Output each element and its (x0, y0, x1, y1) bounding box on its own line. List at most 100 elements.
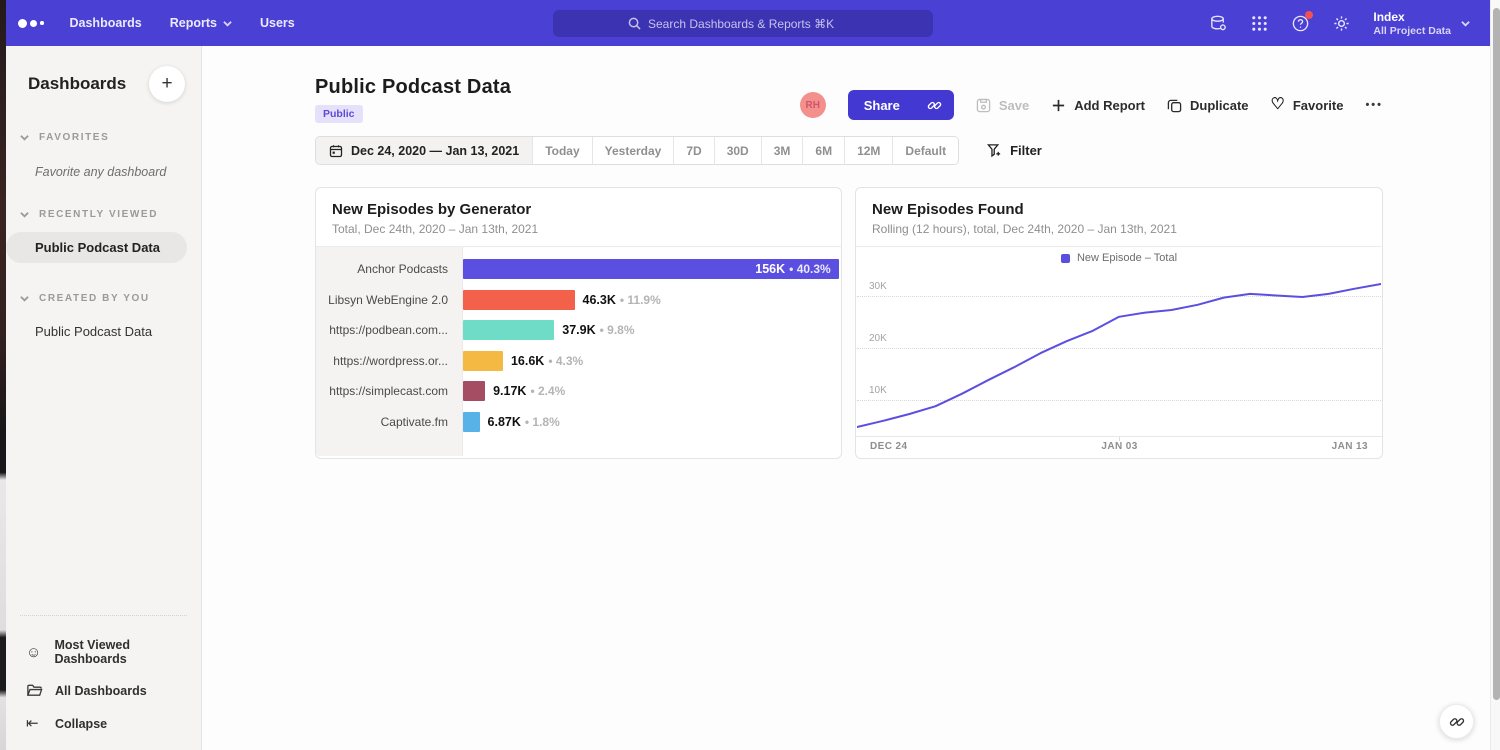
bar-row: 37.9K• 9.8% 37.9K• 9.8% (463, 315, 841, 346)
bar-simplecast[interactable]: 9.17K• 2.4% (463, 381, 485, 401)
floating-copy-link-button[interactable] (1439, 704, 1474, 739)
collapse-sidebar-button[interactable]: ⇤ Collapse (6, 707, 201, 740)
bar-row: 16.6K• 4.3% 16.6K• 4.3% (463, 346, 841, 377)
sidebar: Dashboards + FAVORITES Favorite any dash… (6, 46, 202, 750)
chevron-down-icon (1461, 19, 1470, 28)
bar-category-label: Anchor Podcasts (316, 254, 462, 285)
filter-funnel-icon (987, 143, 1002, 158)
filter-button[interactable]: Filter (987, 143, 1042, 158)
chart-legend: New Episode – Total (856, 247, 1382, 269)
help-icon[interactable] (1291, 14, 1310, 33)
favorites-empty-text: Favorite any dashboard (6, 165, 201, 179)
heart-icon: ♡ (1271, 98, 1285, 112)
notification-badge (1305, 11, 1313, 19)
nav-users[interactable]: Users (260, 16, 295, 30)
more-options-button[interactable]: ••• (1365, 99, 1383, 111)
bar-category-label: https://wordpress.or... (316, 346, 462, 377)
sidebar-item-public-podcast-data[interactable]: Public Podcast Data (6, 232, 187, 263)
new-dashboard-button[interactable]: + (149, 66, 185, 102)
bar-libsyn[interactable]: 46.3K• 11.9% (463, 290, 575, 310)
vertical-scrollbar[interactable] (1490, 0, 1500, 750)
section-created-by-you[interactable]: CREATED BY YOU (6, 293, 201, 304)
favorite-button[interactable]: ♡ Favorite (1271, 98, 1344, 113)
global-search[interactable] (553, 10, 933, 37)
bar-category-label: https://podbean.com... (316, 315, 462, 346)
project-switcher[interactable]: Index All Project Data (1373, 10, 1470, 37)
chevron-down-icon (20, 133, 29, 142)
x-tick: DEC 24 (870, 441, 907, 452)
page-title: Public Podcast Data (315, 76, 511, 99)
chart-subtitle: Total, Dec 24th, 2020 – Jan 13th, 2021 (332, 222, 825, 236)
main-content: Public Podcast Data Public RH Share Save (202, 46, 1490, 750)
search-input[interactable] (648, 17, 858, 31)
search-icon (628, 17, 641, 30)
nav-dashboards[interactable]: Dashboards (70, 16, 142, 30)
date-range-label: Dec 24, 2020 — Jan 13, 2021 (351, 144, 519, 158)
preset-30d[interactable]: 30D (714, 137, 761, 164)
share-button[interactable]: Share (848, 90, 916, 120)
link-icon (927, 98, 942, 113)
collapse-icon: ⇤ (26, 715, 43, 732)
scrollbar-thumb[interactable] (1493, 8, 1500, 700)
all-dashboards-button[interactable]: All Dashboards (6, 674, 201, 707)
bar-anchor-podcasts[interactable]: 156K• 40.3% (463, 259, 839, 279)
share-split-button: Share (848, 90, 954, 120)
save-icon (976, 98, 991, 113)
y-tick: 20K (869, 333, 887, 344)
date-range-group: Dec 24, 2020 — Jan 13, 2021 Today Yester… (315, 136, 959, 165)
bars-area: 156K• 40.3% 156K• 40.3% 46.3K• 11.9% 46.… (463, 247, 841, 456)
section-favorites[interactable]: FAVORITES (6, 132, 201, 143)
copy-link-button[interactable] (916, 90, 954, 120)
section-recently-viewed[interactable]: RECENTLY VIEWED (6, 209, 201, 220)
preset-yesterday[interactable]: Yesterday (592, 137, 674, 164)
bar-category-label: Captivate.fm (316, 407, 462, 438)
smiley-icon: ☺ (26, 644, 42, 661)
add-report-button[interactable]: Add Report (1051, 98, 1145, 113)
data-sources-icon[interactable] (1209, 14, 1228, 33)
y-tick: 10K (869, 385, 887, 396)
chart-title: New Episodes Found (872, 201, 1366, 218)
card-new-episodes-found: New Episodes Found Rolling (12 hours), t… (855, 187, 1383, 459)
sidebar-title: Dashboards (28, 74, 126, 94)
project-subtitle: All Project Data (1373, 25, 1451, 37)
most-viewed-dashboards-button[interactable]: ☺ Most Viewed Dashboards (6, 630, 201, 674)
duplicate-icon (1167, 98, 1182, 113)
chevron-down-icon (223, 19, 232, 28)
bar-row: 156K• 40.3% 156K• 40.3% (463, 254, 841, 285)
save-button[interactable]: Save (976, 98, 1029, 113)
card-new-episodes-by-generator: New Episodes by Generator Total, Dec 24t… (315, 187, 842, 459)
bar-captivate[interactable]: 6.87K• 1.8% (463, 412, 480, 432)
calendar-icon (329, 144, 343, 158)
top-navbar: Dashboards Reports Users Index All Proje… (0, 0, 1490, 46)
app-logo-icon[interactable] (18, 19, 44, 28)
preset-12m[interactable]: 12M (844, 137, 892, 164)
line-chart-area[interactable]: 10K20K30K (857, 269, 1381, 436)
date-range-picker[interactable]: Dec 24, 2020 — Jan 13, 2021 (316, 137, 532, 164)
x-tick: JAN 03 (1101, 441, 1137, 452)
preset-3m[interactable]: 3M (761, 137, 803, 164)
x-axis: DEC 24 JAN 03 JAN 13 (856, 436, 1382, 455)
bar-wordpress[interactable]: 16.6K• 4.3% (463, 351, 503, 371)
duplicate-button[interactable]: Duplicate (1167, 98, 1249, 113)
nav-reports[interactable]: Reports (170, 16, 232, 30)
chevron-down-icon (20, 210, 29, 219)
bar-row: 6.87K• 1.8% 6.87K• 1.8% (463, 407, 841, 438)
bar-row: 46.3K• 11.9% 46.3K• 11.9% (463, 285, 841, 316)
settings-gear-icon[interactable] (1332, 14, 1351, 33)
preset-default[interactable]: Default (892, 137, 958, 164)
divider (20, 615, 187, 616)
plus-icon (1051, 98, 1066, 113)
avatar[interactable]: RH (800, 92, 826, 118)
project-name: Index (1373, 10, 1451, 25)
bar-podbean[interactable]: 37.9K• 9.8% (463, 320, 554, 340)
preset-6m[interactable]: 6M (802, 137, 844, 164)
apps-grid-icon[interactable] (1250, 14, 1269, 33)
bar-category-label: https://simplecast.com (316, 376, 462, 407)
preset-7d[interactable]: 7D (673, 137, 713, 164)
visibility-badge: Public (315, 105, 363, 123)
sidebar-item-public-podcast-data-created[interactable]: Public Podcast Data (6, 316, 201, 347)
background-window-sliver (0, 0, 6, 750)
preset-today[interactable]: Today (532, 137, 591, 164)
line-series (857, 269, 1381, 436)
ellipsis-icon: ••• (1365, 99, 1383, 111)
